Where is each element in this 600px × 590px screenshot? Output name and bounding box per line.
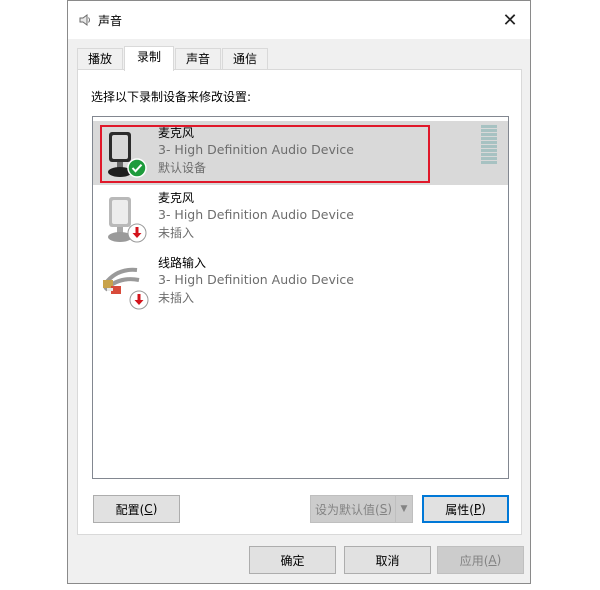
line-in-cable-icon	[103, 267, 149, 310]
tab-sounds[interactable]: 声音	[175, 48, 221, 69]
device-name: 麦克风	[158, 126, 195, 140]
speaker-icon	[79, 14, 90, 26]
device-item-line-in[interactable]: 线路输入 3- High Definition Audio Device 未插入	[93, 251, 508, 315]
unplugged-badge-icon	[129, 290, 149, 310]
chevron-down-icon[interactable]: ▼	[395, 496, 412, 522]
device-list[interactable]: 麦克风 3- High Definition Audio Device 默认设备	[92, 116, 509, 479]
device-description: 3- High Definition Audio Device	[158, 207, 354, 222]
unplugged-badge-icon	[127, 223, 147, 243]
tab-communications[interactable]: 通信	[222, 48, 268, 69]
properties-button[interactable]: 属性(P)	[422, 495, 509, 523]
device-description: 3- High Definition Audio Device	[158, 142, 354, 157]
device-item-microphone-default[interactable]: 麦克风 3- High Definition Audio Device 默认设备	[93, 121, 508, 185]
close-button[interactable]: ✕	[490, 1, 530, 39]
tab-playback[interactable]: 播放	[77, 48, 123, 69]
set-default-button[interactable]: 设为默认值(S) ▼	[310, 495, 413, 523]
device-status: 未插入	[158, 291, 195, 305]
window-title: 声音	[98, 14, 123, 28]
configure-button[interactable]: 配置(C)	[93, 495, 180, 523]
device-description: 3- High Definition Audio Device	[158, 272, 354, 287]
instruction-text: 选择以下录制设备来修改设置:	[91, 90, 252, 104]
tab-recording[interactable]: 录制	[124, 46, 174, 71]
recording-panel: 选择以下录制设备来修改设置: 麦克风 3- High Definition Au…	[77, 69, 522, 535]
ok-button[interactable]: 确定	[249, 546, 336, 574]
check-badge-icon	[127, 158, 147, 178]
level-meter	[481, 125, 497, 167]
apply-button[interactable]: 应用(A)	[437, 546, 524, 574]
close-icon: ✕	[502, 9, 518, 31]
device-status: 未插入	[158, 226, 195, 240]
microphone-default-icon	[108, 132, 147, 178]
device-item-microphone[interactable]: 麦克风 3- High Definition Audio Device 未插入	[93, 186, 508, 250]
sound-dialog: 声音 ✕ 播放 录制 声音 通信 选择以下录制设备来修改设置: 麦克风 3- H…	[67, 0, 531, 584]
device-name: 线路输入	[158, 256, 207, 270]
cancel-button[interactable]: 取消	[344, 546, 431, 574]
title-bar: 声音 ✕	[68, 1, 530, 39]
device-status: 默认设备	[158, 161, 207, 175]
device-name: 麦克风	[158, 191, 195, 205]
microphone-icon	[108, 197, 147, 243]
